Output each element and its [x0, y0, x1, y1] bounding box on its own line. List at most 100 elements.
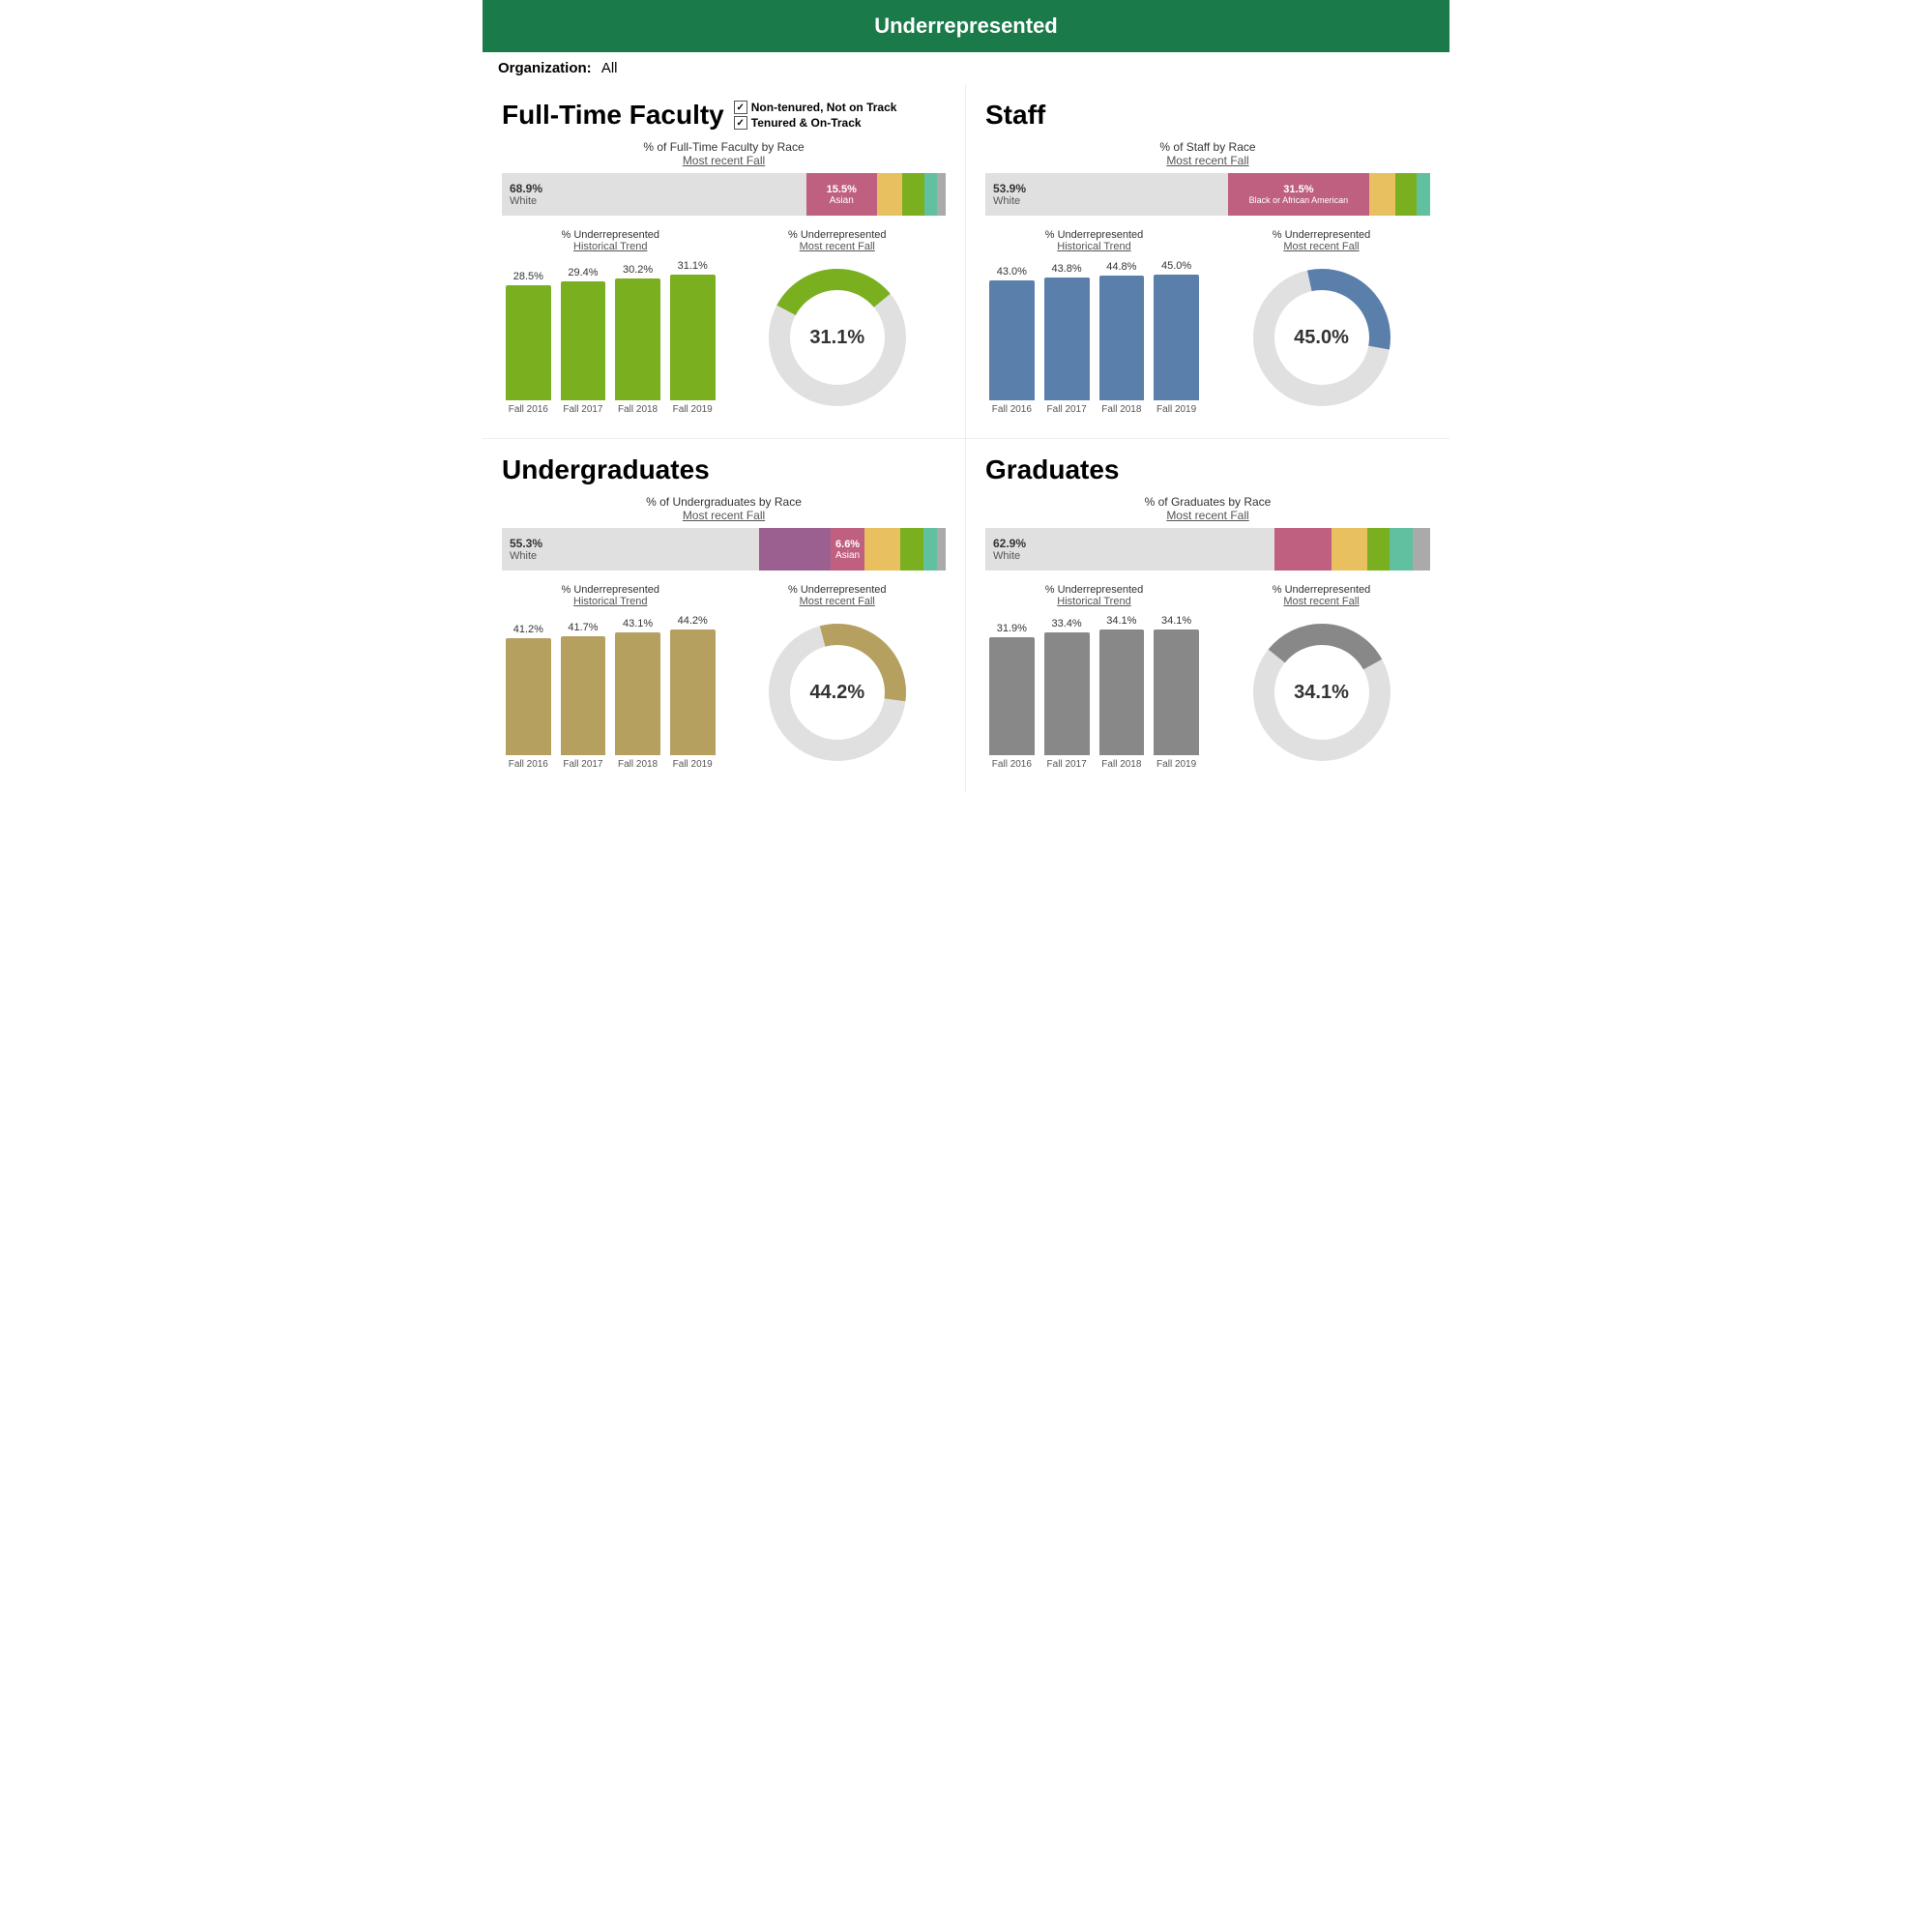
- bar-column: 43.8%Fall 2017: [1044, 263, 1090, 415]
- bar-label: Fall 2019: [1156, 404, 1196, 415]
- grad-donut-area: % Underrepresented Most recent Fall 34.1…: [1213, 584, 1430, 770]
- org-label: Organization:: [498, 60, 592, 76]
- grad-hist-subtitle: % Underrepresented Historical Trend: [985, 584, 1203, 607]
- staff-bar-chart-area: % Underrepresented Historical Trend 43.0…: [985, 229, 1203, 415]
- faculty-asian-pct: 15.5%: [827, 184, 857, 195]
- org-value: All: [601, 60, 618, 76]
- bar-label: Fall 2016: [992, 759, 1032, 770]
- page-header: Underrepresented: [483, 0, 1449, 52]
- bar-column: 45.0% Fall 2019: [1154, 260, 1199, 415]
- bar-column: 44.2% Fall 2019: [670, 615, 716, 770]
- faculty-asian-label: Asian: [830, 195, 854, 206]
- faculty-donut: 31.1%: [729, 260, 947, 415]
- grad-race-subtitle: % of Graduates by Race Most recent Fall: [985, 495, 1430, 522]
- bar-column: 31.9%Fall 2016: [989, 623, 1035, 770]
- staff-race-bar-section: % of Staff by Race Most recent Fall 53.9…: [985, 140, 1430, 216]
- bar-value: 34.1%: [1161, 615, 1191, 627]
- header-title: Underrepresented: [874, 14, 1058, 38]
- faculty-bar-chart: 28.5%Fall 201629.4%Fall 201730.2%Fall 20…: [502, 260, 719, 415]
- bar-rect: [1044, 278, 1090, 400]
- bar-rect: [506, 638, 551, 755]
- faculty-race-bar-section: % of Full-Time Faculty by Race Most rece…: [502, 140, 946, 216]
- bar-label: Fall 2017: [563, 759, 602, 770]
- undergrad-section: Undergraduates % of Undergraduates by Ra…: [483, 438, 966, 793]
- bar-label: Fall 2016: [992, 404, 1032, 415]
- bar-value: 34.1%: [1106, 615, 1136, 627]
- legend-item-2: ✓ Tenured & On-Track: [734, 116, 897, 130]
- staff-title: Staff: [985, 100, 1045, 131]
- bar-value: 43.1%: [623, 618, 653, 629]
- bar-rect: [1099, 276, 1145, 400]
- bar-column: 31.1% Fall 2019: [670, 260, 716, 415]
- staff-donut-area: % Underrepresented Most recent Fall 45.0…: [1213, 229, 1430, 415]
- bar-column: 43.1% Fall 2018: [615, 618, 660, 770]
- faculty-charts-row: % Underrepresented Historical Trend 28.5…: [502, 229, 946, 415]
- staff-bar-chart: 43.0% Fall 2016 43.8%Fall 2017 44.8% Fall 20…: [985, 260, 1203, 415]
- bar-value: 31.1%: [678, 260, 708, 272]
- bar-label: Fall 2019: [673, 759, 713, 770]
- org-row: Organization: All: [483, 52, 1449, 84]
- grad-bar-chart: 31.9%Fall 201633.4%Fall 2017 34.1% Fall 20…: [985, 615, 1203, 770]
- grad-white-label: White: [993, 550, 1274, 562]
- grad-donut-label: 34.1%: [1294, 682, 1349, 704]
- faculty-race-subtitle: % of Full-Time Faculty by Race Most rece…: [502, 140, 946, 167]
- bar-value: 44.2%: [678, 615, 708, 627]
- bar-column: 44.8% Fall 2018: [1099, 261, 1145, 415]
- faculty-section: Full-Time Faculty ✓ Non-tenured, Not on …: [483, 84, 966, 438]
- undergrad-donut-label: 44.2%: [809, 682, 864, 704]
- undergrad-charts-row: % Underrepresented Historical Trend 41.2…: [502, 584, 946, 770]
- bar-rect: [989, 280, 1035, 400]
- undergrad-hist-subtitle: % Underrepresented Historical Trend: [502, 584, 719, 607]
- grad-section: Graduates % of Graduates by Race Most re…: [966, 438, 1449, 793]
- faculty-bar-chart-area: % Underrepresented Historical Trend 28.5…: [502, 229, 719, 415]
- bar-value: 44.8%: [1106, 261, 1136, 273]
- bar-rect: [1154, 629, 1199, 755]
- bar-label: Fall 2018: [1101, 404, 1141, 415]
- bar-rect: [1044, 632, 1090, 755]
- bar-label: Fall 2019: [673, 404, 713, 415]
- bar-label: Fall 2019: [1156, 759, 1196, 770]
- grad-white-pct: 62.9%: [993, 537, 1274, 550]
- staff-title-row: Staff: [985, 100, 1430, 131]
- undergrad-asian-pct: 6.6%: [835, 539, 860, 550]
- bar-value: 43.8%: [1052, 263, 1082, 275]
- undergrad-bar-chart-area: % Underrepresented Historical Trend 41.2…: [502, 584, 719, 770]
- bar-value: 45.0%: [1161, 260, 1191, 272]
- bar-label: Fall 2018: [618, 759, 658, 770]
- staff-white-pct: 53.9%: [993, 182, 1228, 195]
- bar-label: Fall 2016: [509, 404, 548, 415]
- bar-column: 30.2%Fall 2018: [615, 264, 660, 415]
- faculty-title: Full-Time Faculty: [502, 100, 724, 131]
- grad-title: Graduates: [985, 454, 1120, 485]
- faculty-white-label: White: [510, 195, 806, 207]
- bar-rect: [1099, 629, 1145, 755]
- grad-donut: 34.1%: [1213, 615, 1430, 770]
- legend-item-1: ✓ Non-tenured, Not on Track: [734, 101, 897, 114]
- faculty-title-row: Full-Time Faculty ✓ Non-tenured, Not on …: [502, 100, 946, 131]
- grad-bar-chart-area: % Underrepresented Historical Trend 31.9…: [985, 584, 1203, 770]
- grad-charts-row: % Underrepresented Historical Trend 31.9…: [985, 584, 1430, 770]
- faculty-hist-subtitle: % Underrepresented Historical Trend: [502, 229, 719, 252]
- bar-column: 33.4%Fall 2017: [1044, 618, 1090, 770]
- undergrad-title: Undergraduates: [502, 454, 710, 485]
- bar-rect: [670, 629, 716, 755]
- staff-hist-subtitle: % Underrepresented Historical Trend: [985, 229, 1203, 252]
- bar-column: 41.2%Fall 2016: [506, 624, 551, 770]
- undergrad-white-label: White: [510, 550, 759, 562]
- bar-label: Fall 2018: [1101, 759, 1141, 770]
- undergrad-recent-subtitle: % Underrepresented Most recent Fall: [729, 584, 947, 607]
- bar-rect: [506, 285, 551, 400]
- main-grid: Full-Time Faculty ✓ Non-tenured, Not on …: [483, 84, 1449, 793]
- faculty-recent-subtitle: % Underrepresented Most recent Fall: [729, 229, 947, 252]
- bar-value: 43.0%: [997, 266, 1027, 278]
- bar-value: 41.7%: [568, 622, 598, 633]
- bar-value: 33.4%: [1052, 618, 1082, 629]
- faculty-donut-area: % Underrepresented Most recent Fall 31.1…: [729, 229, 947, 415]
- grad-race-bar-section: % of Graduates by Race Most recent Fall …: [985, 495, 1430, 571]
- undergrad-asian-label: Asian: [835, 550, 860, 561]
- bar-rect: [561, 281, 606, 400]
- bar-rect: [615, 632, 660, 755]
- bar-column: 29.4%Fall 2017: [561, 267, 606, 415]
- bar-column: 41.7% Fall 2017: [561, 622, 606, 770]
- bar-value: 30.2%: [623, 264, 653, 276]
